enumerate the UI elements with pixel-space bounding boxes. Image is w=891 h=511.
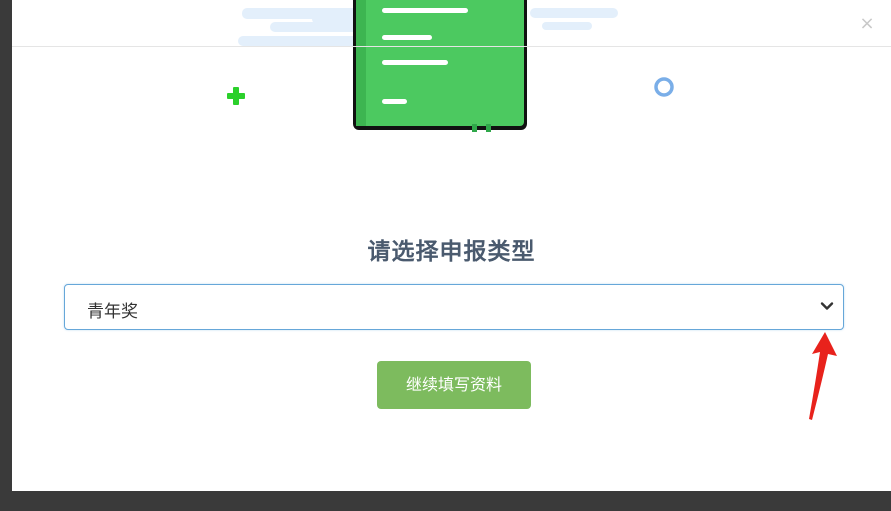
declaration-type-dialog: × 请选择申报类型 青年奖 继续填写资料 (12, 0, 891, 491)
header-divider (12, 46, 891, 47)
chevron-down-icon (820, 302, 834, 310)
document-icon (353, 0, 527, 132)
dialog-title: 请选择申报类型 (367, 239, 536, 265)
circle-icon (654, 77, 674, 97)
plus-icon (227, 87, 245, 105)
red-arrow-annotation (809, 332, 837, 420)
continue-button[interactable]: 继续填写资料 (377, 361, 531, 409)
declaration-type-select[interactable]: 青年奖 (64, 284, 844, 330)
header-illustration (227, 0, 674, 132)
select-value: 青年奖 (87, 302, 138, 322)
close-icon[interactable]: × (857, 14, 877, 34)
